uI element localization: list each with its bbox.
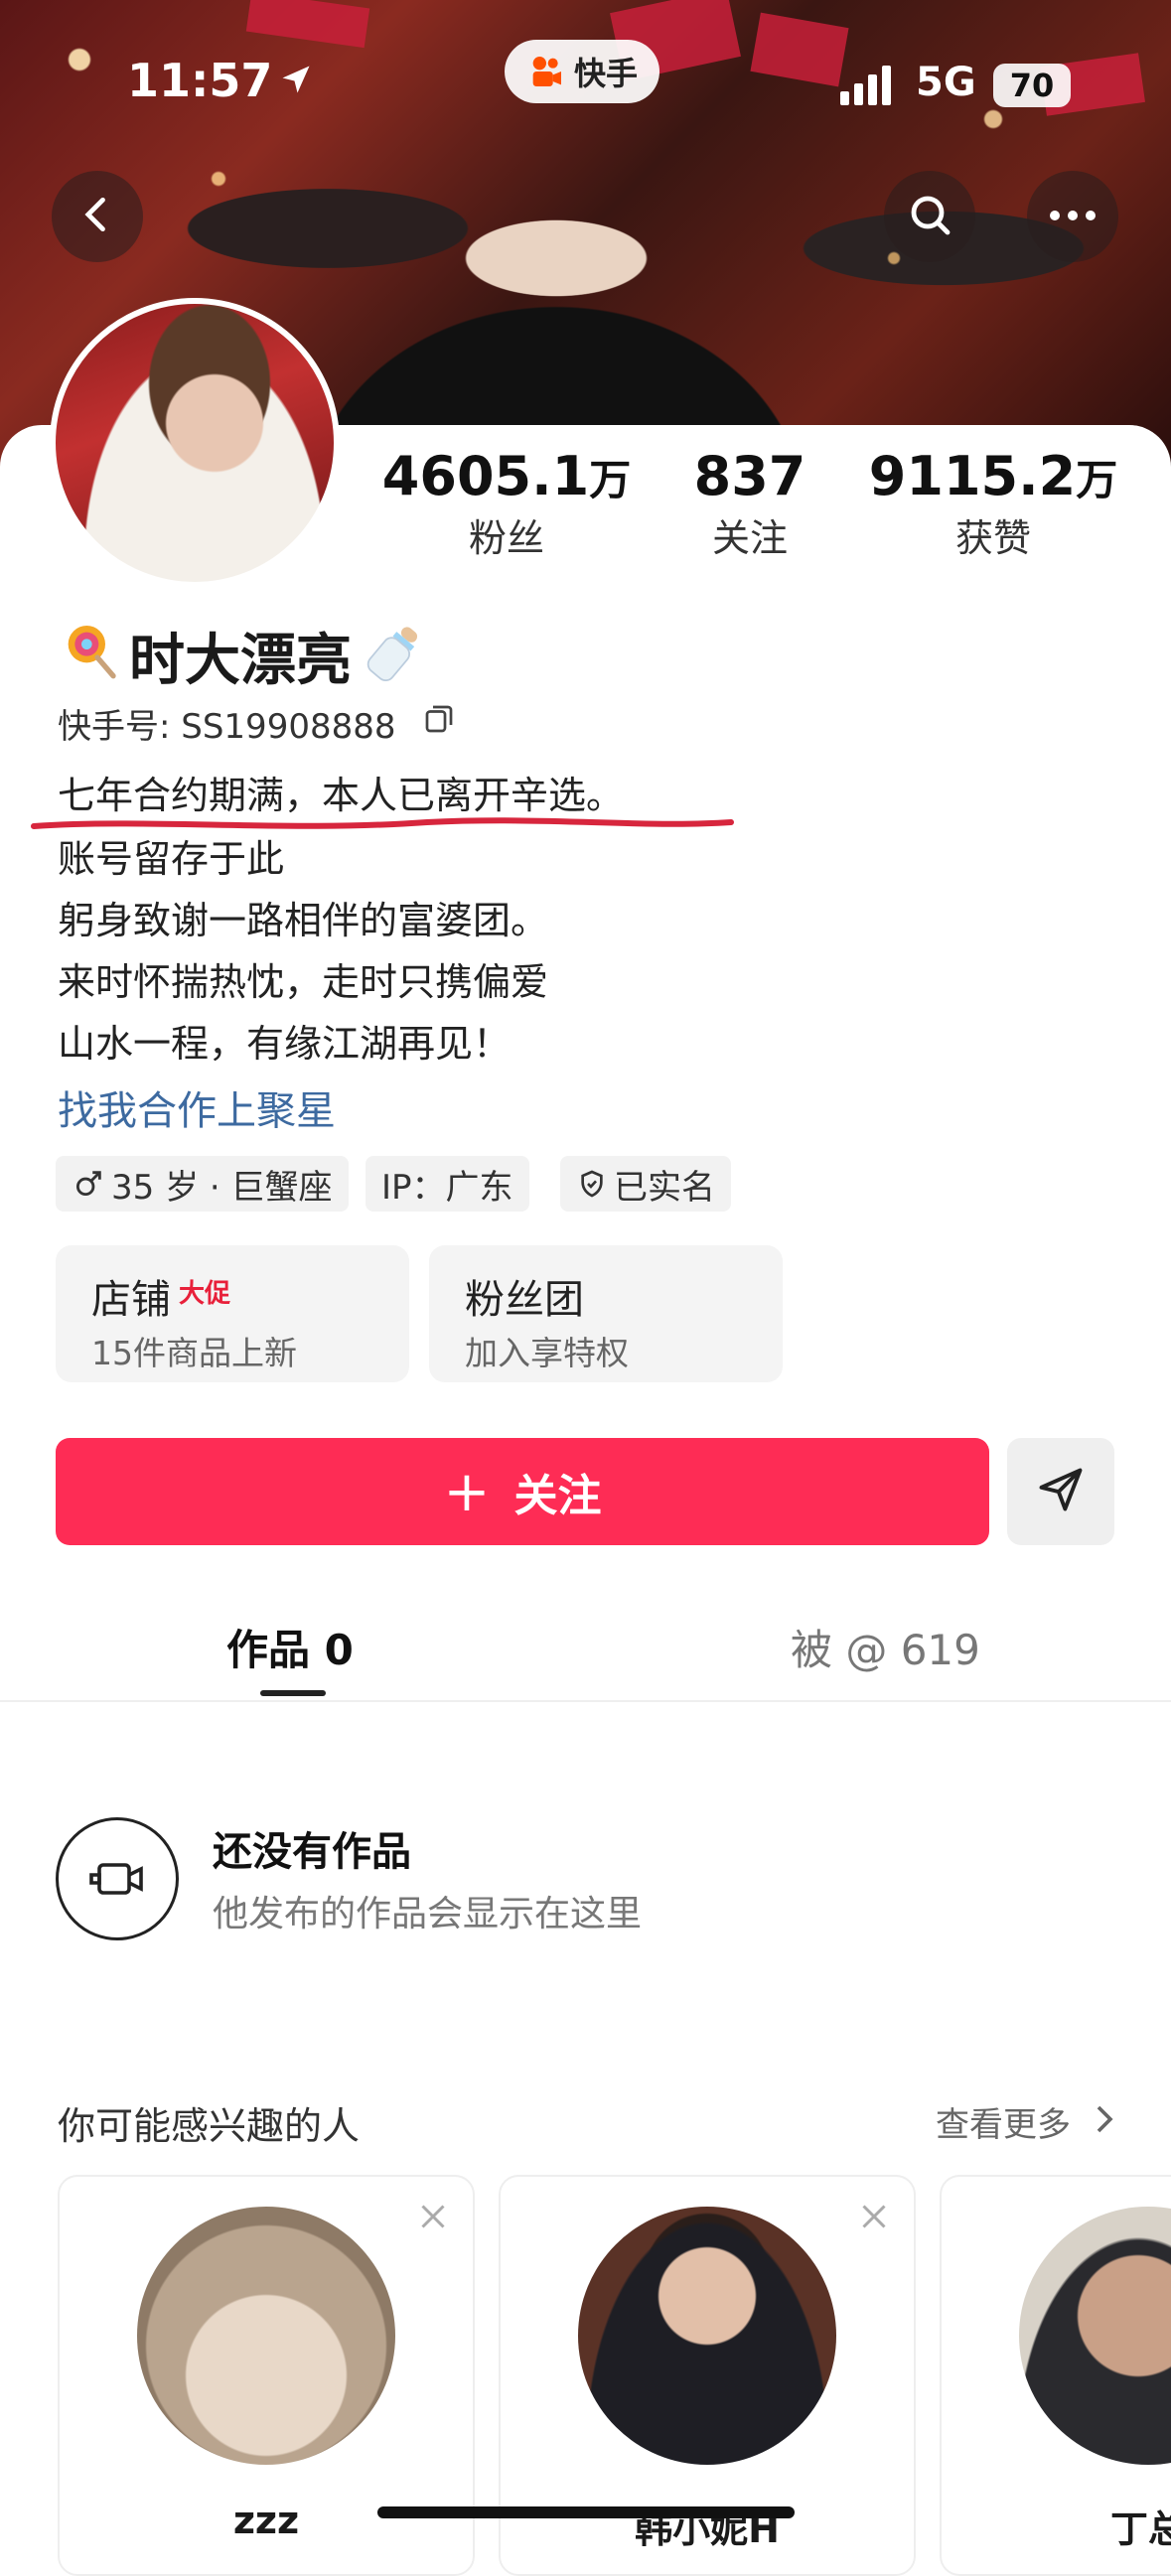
stat-fans-label: 粉丝 <box>468 516 544 560</box>
status-time: 11:57 <box>127 54 273 107</box>
stat-fans[interactable]: 4605.1万 粉丝 <box>377 445 636 562</box>
shop-sub: 15件商品上新 <box>91 1334 297 1372</box>
stat-following[interactable]: 837 关注 <box>656 445 844 562</box>
avatar[interactable] <box>50 298 340 588</box>
more-dots-icon <box>1048 208 1098 226</box>
bio-line-1: 七年合约期满，本人已离开辛选。 <box>58 774 625 817</box>
close-icon[interactable] <box>856 2199 892 2234</box>
tab-divider <box>0 1700 1171 1702</box>
stat-fans-unit: 万 <box>589 456 632 504</box>
see-more-link[interactable]: 查看更多 <box>936 2097 1071 2146</box>
fan-club-sub: 加入享特权 <box>465 1334 629 1372</box>
bio-line-5: 山水一程，有缘江湖再见！ <box>58 1022 512 1066</box>
kuaishou-id: 快手号: SS19908888 <box>58 707 396 747</box>
stat-likes[interactable]: 9115.2万 获赞 <box>864 445 1122 562</box>
search-icon <box>906 191 953 242</box>
shop-card[interactable]: 店铺 大促 15件商品上新 <box>56 1245 409 1382</box>
avatar <box>137 2207 395 2465</box>
tag-ip-text: IP：广东 <box>381 1167 513 1208</box>
more-button[interactable] <box>1027 171 1118 262</box>
empty-subtitle: 他发布的作品会显示在这里 <box>213 1894 643 1934</box>
tag-verified-text: 已实名 <box>614 1167 715 1208</box>
send-icon <box>1035 1464 1087 1519</box>
stat-likes-number: 9115.2 <box>868 445 1077 507</box>
suggest-name-1: zzz <box>232 2499 300 2542</box>
bio-line-2: 账号留存于此 <box>58 837 285 881</box>
battery-level: 70 <box>1009 67 1055 104</box>
avatar <box>1019 2207 1171 2465</box>
stat-fans-number: 4605.1 <box>381 445 590 507</box>
cooperation-link[interactable]: 找我合作上聚星 <box>58 1078 336 1136</box>
profile-name: 时大漂亮 <box>129 629 352 693</box>
chevron-right-icon <box>1091 2101 1118 2137</box>
tag-age-text: 35 岁 · 巨蟹座 <box>111 1167 333 1208</box>
stat-following-label: 关注 <box>711 516 788 560</box>
app-name: 快手 <box>574 55 639 92</box>
follow-label: 关注 <box>513 1471 602 1521</box>
promo-badge: 大促 <box>179 1279 231 1309</box>
back-button[interactable] <box>52 171 143 262</box>
shield-check-icon <box>576 1168 608 1200</box>
stat-likes-unit: 万 <box>1076 456 1118 504</box>
network-type: 5G <box>916 60 976 105</box>
fan-club-title: 粉丝团 <box>465 1277 584 1323</box>
empty-title: 还没有作品 <box>213 1829 411 1875</box>
suggest-title: 你可能感兴趣的人 <box>58 2104 361 2148</box>
baby-bottle-emoji-icon <box>360 618 429 687</box>
stat-likes-label: 获赞 <box>954 516 1031 560</box>
location-arrow-icon <box>278 62 314 97</box>
home-indicator <box>377 2506 795 2518</box>
plus-icon: + <box>443 1459 491 1524</box>
kuaishou-logo-icon <box>526 52 566 91</box>
shop-title: 店铺 <box>91 1277 171 1323</box>
tab-active-indicator <box>260 1690 326 1696</box>
male-icon <box>72 1167 105 1201</box>
fan-club-card[interactable]: 粉丝团 加入享特权 <box>429 1245 783 1382</box>
close-icon[interactable] <box>415 2199 451 2234</box>
avatar <box>578 2207 836 2465</box>
copy-icon[interactable] <box>421 701 461 741</box>
signal-icon <box>840 66 900 105</box>
lollipop-emoji-icon <box>58 618 121 681</box>
empty-video-icon <box>56 1817 179 1940</box>
tab-works[interactable]: 作品 0 <box>226 1617 354 1677</box>
app-badge: 快手 <box>505 40 660 103</box>
stat-following-number: 837 <box>693 445 806 507</box>
tag-age: 35 岁 · 巨蟹座 <box>56 1156 349 1212</box>
tag-verified: 已实名 <box>560 1156 731 1212</box>
tag-ip: IP：广东 <box>366 1156 529 1212</box>
tab-mentioned[interactable]: 被 @ 619 <box>791 1617 980 1677</box>
chevron-left-icon <box>75 193 119 240</box>
bio-line-4: 来时怀揣热忱，走时只携偏爱 <box>58 960 549 1004</box>
share-button[interactable] <box>1007 1438 1114 1545</box>
bio-line-3: 躬身致谢一路相伴的富婆团。 <box>58 899 549 942</box>
follow-button[interactable]: + 关注 <box>56 1438 989 1545</box>
suggest-card-3[interactable]: 丁总 <box>940 2175 1171 2576</box>
search-button[interactable] <box>884 171 975 262</box>
suggest-name-3: 丁总 <box>1109 2507 1171 2551</box>
battery-icon: 70 <box>993 64 1071 107</box>
